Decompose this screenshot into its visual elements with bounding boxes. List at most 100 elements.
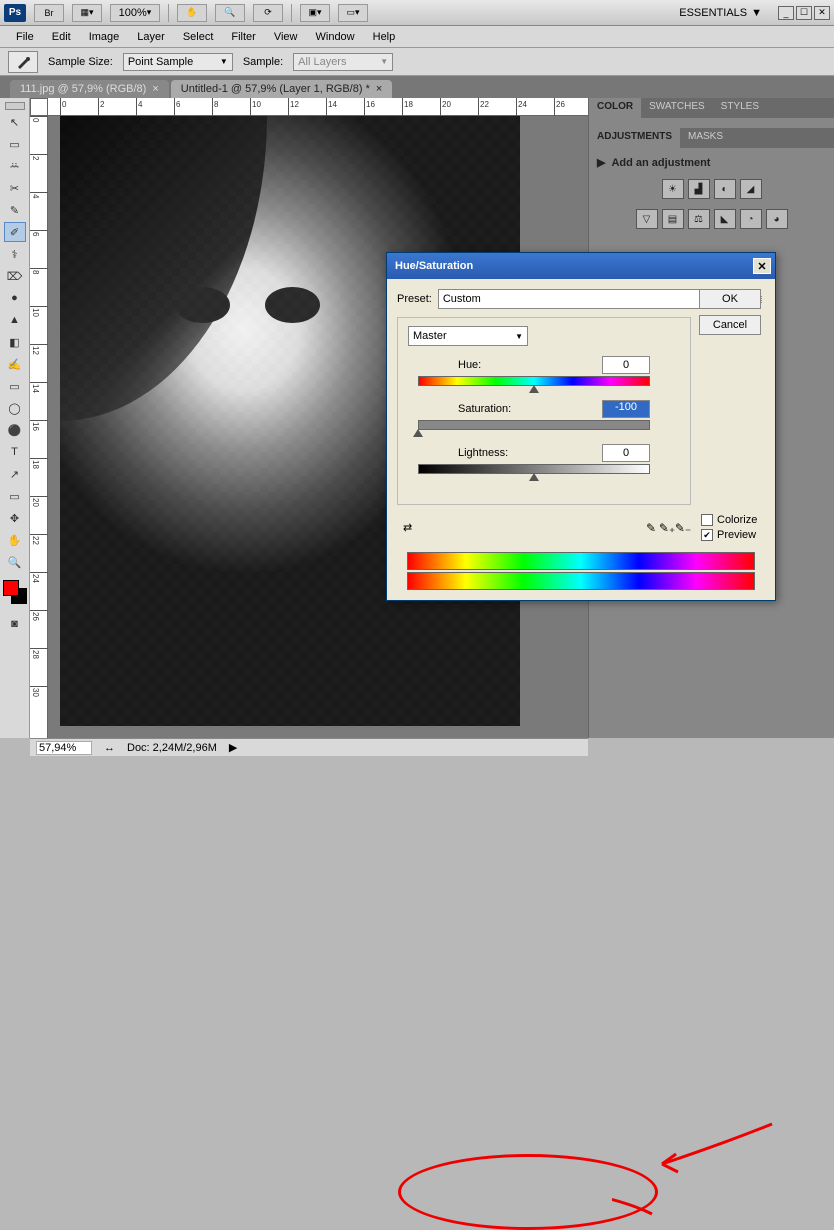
- close-button[interactable]: ✕: [814, 6, 830, 20]
- view-extras-icon[interactable]: ▦▾: [72, 4, 102, 22]
- horizontal-ruler[interactable]: 02468101214161820222426: [48, 98, 588, 116]
- hue-input[interactable]: [602, 356, 650, 374]
- menu-select[interactable]: Select: [175, 29, 222, 45]
- close-icon[interactable]: ×: [152, 83, 158, 95]
- scrub-adjust-icon[interactable]: ⇄: [403, 521, 412, 534]
- screen-mode-icon[interactable]: ▭▾: [338, 4, 368, 22]
- ruler-origin[interactable]: [30, 98, 48, 116]
- document-tab[interactable]: 111.jpg @ 57,9% (RGB/8)×: [10, 80, 169, 98]
- scrub-icon[interactable]: ↔: [104, 742, 115, 754]
- gradient-tool[interactable]: ✍: [4, 354, 26, 374]
- exposure-adjust-icon[interactable]: ◢: [740, 179, 762, 199]
- slider-thumb[interactable]: [529, 385, 539, 393]
- color-swatches[interactable]: [3, 580, 27, 604]
- menu-edit[interactable]: Edit: [44, 29, 79, 45]
- curves-adjust-icon[interactable]: ◐: [714, 179, 736, 199]
- eyedropper-subtract-icon[interactable]: ✎₋: [675, 520, 691, 536]
- crop-tool[interactable]: ✎: [4, 200, 26, 220]
- hue-saturation-dialog: Hue/Saturation ✕ Preset: Custom▼ ≣ OK Ca…: [386, 252, 776, 601]
- slider-thumb[interactable]: [413, 429, 423, 437]
- quick-mask-toggle[interactable]: ◙: [4, 614, 26, 634]
- photo-filter-adjust-icon[interactable]: ◔: [740, 209, 762, 229]
- options-bar: Sample Size: Point Sample▼ Sample: All L…: [0, 48, 834, 76]
- lightness-input[interactable]: [602, 444, 650, 462]
- dialog-title-bar[interactable]: Hue/Saturation ✕: [387, 253, 775, 279]
- zoom-value[interactable]: 57,94%: [36, 741, 92, 755]
- history-brush-tool[interactable]: ▲: [4, 310, 26, 330]
- workspace-label[interactable]: ESSENTIALS: [679, 7, 747, 19]
- bw-adjust-icon[interactable]: ◣: [714, 209, 736, 229]
- lasso-tool[interactable]: ꕁ: [4, 156, 26, 176]
- bridge-icon[interactable]: Br: [34, 4, 64, 22]
- heal-tool[interactable]: ⚕: [4, 244, 26, 264]
- saturation-input[interactable]: -100: [602, 400, 650, 418]
- menu-filter[interactable]: Filter: [223, 29, 263, 45]
- panel-handle[interactable]: [5, 102, 25, 110]
- channel-mixer-adjust-icon[interactable]: ◕: [766, 209, 788, 229]
- foreground-color-swatch[interactable]: [3, 580, 19, 596]
- preview-checkbox[interactable]: ✔: [701, 529, 713, 541]
- hue-sat-adjust-icon[interactable]: ▤: [662, 209, 684, 229]
- color-panel-tab[interactable]: COLOR: [589, 98, 641, 118]
- marquee-tool[interactable]: ▭: [4, 134, 26, 154]
- zoom-tool-icon[interactable]: 🔍: [215, 4, 245, 22]
- dialog-close-button[interactable]: ✕: [753, 258, 771, 274]
- lightness-slider[interactable]: [418, 464, 650, 478]
- menu-file[interactable]: File: [8, 29, 42, 45]
- document-tab[interactable]: Untitled-1 @ 57,9% (Layer 1, RGB/8) *×: [171, 80, 393, 98]
- eyedropper-tool-icon[interactable]: [8, 51, 38, 73]
- vibrance-adjust-icon[interactable]: ▽: [636, 209, 658, 229]
- play-icon: ▶: [597, 156, 605, 169]
- zoom-tool[interactable]: 🔍: [4, 552, 26, 572]
- cancel-button[interactable]: Cancel: [699, 315, 761, 335]
- dodge-tool[interactable]: ◯: [4, 398, 26, 418]
- color-balance-adjust-icon[interactable]: ⚖: [688, 209, 710, 229]
- menu-bar: File Edit Image Layer Select Filter View…: [0, 26, 834, 48]
- chevron-right-icon[interactable]: ▶: [229, 741, 237, 754]
- brush-tool[interactable]: ⌦: [4, 266, 26, 286]
- hand-tool-icon[interactable]: ✋: [177, 4, 207, 22]
- menu-view[interactable]: View: [266, 29, 306, 45]
- sample-select[interactable]: All Layers▼: [293, 53, 393, 71]
- vertical-ruler[interactable]: 024681012141618202224262830: [30, 116, 48, 738]
- minimize-button[interactable]: _: [778, 6, 794, 20]
- menu-window[interactable]: Window: [308, 29, 363, 45]
- hue-slider[interactable]: [418, 376, 650, 390]
- quick-select-tool[interactable]: ✂: [4, 178, 26, 198]
- hand-tool[interactable]: ✋: [4, 530, 26, 550]
- pen-tool[interactable]: ⚫: [4, 420, 26, 440]
- masks-panel-tab[interactable]: MASKS: [680, 128, 731, 148]
- adjustments-panel-tab[interactable]: ADJUSTMENTS: [589, 128, 680, 148]
- arrange-docs-icon[interactable]: ▣▾: [300, 4, 330, 22]
- shape-tool[interactable]: ▭: [4, 486, 26, 506]
- menu-help[interactable]: Help: [365, 29, 404, 45]
- brightness-adjust-icon[interactable]: ☀: [662, 179, 684, 199]
- path-select-tool[interactable]: ↗: [4, 464, 26, 484]
- maximize-button[interactable]: ☐: [796, 6, 812, 20]
- eyedropper-add-icon[interactable]: ✎₊: [659, 520, 675, 536]
- swatches-panel-tab[interactable]: SWATCHES: [641, 98, 713, 118]
- rotate-view-icon[interactable]: ⟳: [253, 4, 283, 22]
- sample-size-select[interactable]: Point Sample▼: [123, 53, 233, 71]
- slider-thumb[interactable]: [529, 473, 539, 481]
- eyedropper-tool[interactable]: ✐: [4, 222, 26, 242]
- eyedropper-icon[interactable]: ✎: [643, 520, 659, 536]
- type-tool[interactable]: T: [4, 442, 26, 462]
- eraser-tool[interactable]: ◧: [4, 332, 26, 352]
- ok-button[interactable]: OK: [699, 289, 761, 309]
- blur-tool[interactable]: ▭: [4, 376, 26, 396]
- close-icon[interactable]: ×: [376, 83, 382, 95]
- levels-adjust-icon[interactable]: ▟: [688, 179, 710, 199]
- stamp-tool[interactable]: ●: [4, 288, 26, 308]
- menu-layer[interactable]: Layer: [129, 29, 173, 45]
- colorize-checkbox[interactable]: [701, 514, 713, 526]
- styles-panel-tab[interactable]: STYLES: [713, 98, 767, 118]
- chevron-down-icon: ▼: [515, 332, 523, 341]
- saturation-slider[interactable]: [418, 420, 650, 434]
- zoom-level-select[interactable]: 100%▾: [110, 4, 160, 22]
- menu-image[interactable]: Image: [81, 29, 128, 45]
- chevron-down-icon[interactable]: ▼: [751, 7, 762, 19]
- channel-select[interactable]: Master▼: [408, 326, 528, 346]
- 3d-tool[interactable]: ✥: [4, 508, 26, 528]
- move-tool[interactable]: ↖: [4, 112, 26, 132]
